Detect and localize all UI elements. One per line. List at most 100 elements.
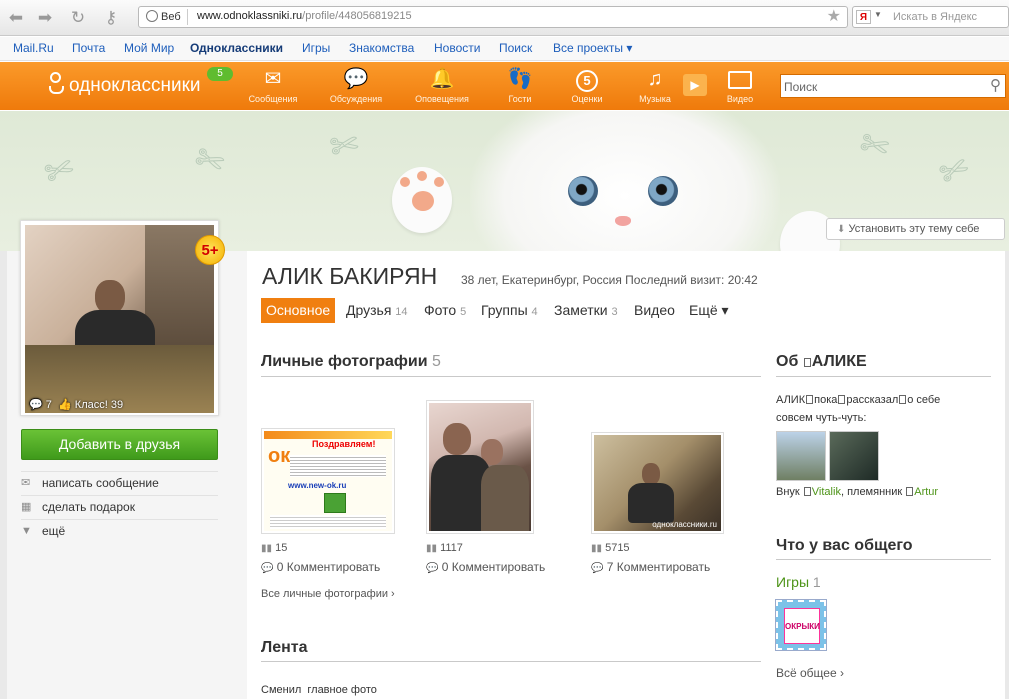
portal-link-igry[interactable]: Игры [302, 41, 330, 55]
common-games[interactable]: Игры 1 [776, 574, 821, 590]
gift-icon: ▦ [21, 501, 32, 513]
video-icon [704, 65, 776, 93]
add-friend-button[interactable]: Добавить в друзья [21, 429, 218, 460]
comment-icon: 💬 [591, 563, 604, 574]
photo-thumb-1[interactable]: ок Поздравляем! www.new-ok.ru [261, 428, 395, 534]
photo-2-comment-link[interactable]: 💬 0 Комментировать [426, 560, 545, 574]
kitten-nose [615, 216, 631, 226]
envelope-icon: ✉ [264, 68, 282, 90]
nav-music[interactable]: ♫ Музыка [619, 65, 691, 105]
tab-notes[interactable]: Заметки 3 [554, 298, 618, 323]
all-common-link[interactable]: Всё общее › [776, 666, 844, 680]
photos-section-title: Личные фотографии 5 [261, 353, 761, 377]
forward-arrow-icon[interactable]: ➡ [34, 7, 56, 29]
tab-photos[interactable]: Фото 5 [424, 298, 466, 323]
feed-section-title: Лента [261, 639, 761, 662]
web-chip[interactable]: Веб [142, 9, 188, 25]
fish-bone-icon: ✄ [326, 124, 362, 168]
portal-link-novosti[interactable]: Новости [434, 41, 480, 55]
nav-notifications[interactable]: 🔔 Оповещения [406, 65, 478, 105]
game-stamp-icon[interactable]: ОКРЫКИ [776, 600, 826, 650]
site-search-input[interactable]: Поиск ⚲ [780, 74, 1006, 98]
set-theme-button[interactable]: ⬇ Установить эту тему себе [826, 218, 1005, 240]
portal-link-moymir[interactable]: Мой Мир [124, 41, 174, 55]
portal-link-pochta[interactable]: Почта [72, 41, 105, 55]
profile-meta: 38 лет, Екатеринбург, Россия Последний в… [461, 273, 758, 287]
portal-link-znakomstva[interactable]: Знакомства [349, 41, 414, 55]
tab-friends[interactable]: Друзья 14 [346, 298, 408, 323]
nav-messages[interactable]: ✉ Сообщения [237, 65, 309, 105]
tab-more[interactable]: Ещё ▾ [689, 298, 729, 323]
globe-icon [146, 10, 158, 22]
chevron-down-icon[interactable]: ▼ [874, 10, 882, 19]
all-photos-link[interactable]: Все личные фотографии › [261, 588, 395, 600]
portal-link-odnoklassniki[interactable]: Одноклассники [190, 41, 283, 55]
music-note-icon: ♫ [647, 68, 663, 90]
bar-chart-icon: ▮▮ [261, 543, 273, 554]
reload-icon[interactable]: ↻ [67, 7, 89, 29]
friend-link-vitalik[interactable]: Vitalik [812, 486, 841, 498]
friend-photo-artur[interactable] [829, 431, 879, 481]
about-text: АЛИК пока рассказал о себе совсем чуть-чуть: [776, 394, 941, 424]
about-section-title: Об АЛИКЕ [776, 353, 991, 377]
nav-video[interactable]: Видео [704, 65, 776, 105]
feed-item: Сменил главное фото [261, 684, 377, 696]
ok-balance-badge[interactable]: 5 [207, 67, 233, 81]
comment-icon: 💬 [426, 563, 439, 574]
photo-1-comment-link[interactable]: 💬 0 Комментировать [261, 560, 380, 574]
portal-link-poisk[interactable]: Поиск [499, 41, 532, 55]
fish-bone-icon: ✄ [189, 138, 230, 184]
yandex-search-box[interactable]: Я ▼ Искать в Яндекс [852, 6, 1009, 28]
tab-main[interactable]: Основное [261, 298, 336, 323]
photo-3-comment-link[interactable]: 💬 7 Комментировать [591, 560, 710, 574]
profile-avatar[interactable]: 5+ 💬 7 👍 Класс! 39 [20, 220, 225, 416]
back-arrow-icon[interactable]: ⬅ [5, 7, 27, 29]
footprints-icon: 👣 [507, 68, 533, 90]
common-section-title: Что у вас общего [776, 537, 991, 560]
triangle-down-icon: ▼ [21, 525, 32, 537]
nav-guests[interactable]: 👣 Гости [484, 65, 556, 105]
portal-link-mailru[interactable]: Mail.Ru [13, 41, 54, 55]
kitten-paw [392, 167, 452, 233]
kitten-eye [568, 176, 598, 206]
tab-groups[interactable]: Группы 4 [481, 298, 538, 323]
photo-2-views: ▮▮ 1117 [426, 542, 463, 554]
avatar-photo[interactable] [25, 225, 214, 413]
kitten-illustration [470, 111, 780, 251]
age-badge: 5+ [195, 235, 225, 265]
more-actions-link[interactable]: ▼ ещё [21, 519, 218, 543]
avatar-stats: 💬 7 👍 Класс! 39 [29, 399, 124, 411]
friend-link-artur[interactable]: Artur [914, 486, 938, 498]
relatives-line: Внук Vitalik, племянник Artur [776, 486, 939, 498]
discussions-icon: 💬 [343, 68, 369, 90]
download-icon: ⬇ [837, 224, 846, 235]
key-icon[interactable]: ⚷ [97, 7, 125, 29]
nav-ratings[interactable]: 5 Оценки [551, 65, 623, 105]
send-gift-link[interactable]: ▦ сделать подарок [21, 495, 218, 519]
search-icon[interactable]: ⚲ [990, 76, 1001, 94]
bar-chart-icon: ▮▮ [426, 543, 438, 554]
bell-icon: 🔔 [429, 68, 455, 90]
yandex-logo-icon: Я [856, 10, 871, 24]
ok-logo-icon [48, 72, 64, 94]
kitten-eye [648, 176, 678, 206]
friend-photo-vitalik[interactable] [776, 431, 826, 481]
tab-video[interactable]: Видео [634, 298, 675, 323]
comment-icon: 💬 [261, 563, 274, 574]
write-message-link[interactable]: ✉ написать сообщение [21, 471, 218, 495]
fish-bone-icon: ✄ [855, 123, 893, 169]
address-bar[interactable]: Веб www.odnoklassniki.ru/profile/4480568… [138, 6, 848, 28]
portal-nav: Mail.Ru Почта Мой Мир Одноклассники Игры… [0, 37, 1009, 61]
portal-link-all-projects[interactable]: Все проекты ▾ [553, 41, 632, 55]
site-logo[interactable]: одноклассники [48, 72, 201, 99]
photo-thumb-2[interactable] [426, 400, 534, 534]
nav-discussions[interactable]: 💬 Обсуждения [320, 65, 392, 105]
bookmark-star-icon[interactable]: ★ [827, 7, 841, 27]
fish-bone-icon: ✄ [933, 147, 976, 195]
photo-3-views: ▮▮ 5715 [591, 542, 630, 554]
envelope-icon: ✉ [21, 477, 31, 489]
url-text: www.odnoklassniki.ru/profile/44805681921… [197, 10, 412, 22]
photo-thumb-3[interactable]: одноклассники.ru [591, 432, 724, 534]
gift-icon [324, 493, 346, 513]
profile-name: АЛИК БАКИРЯН [262, 263, 438, 289]
